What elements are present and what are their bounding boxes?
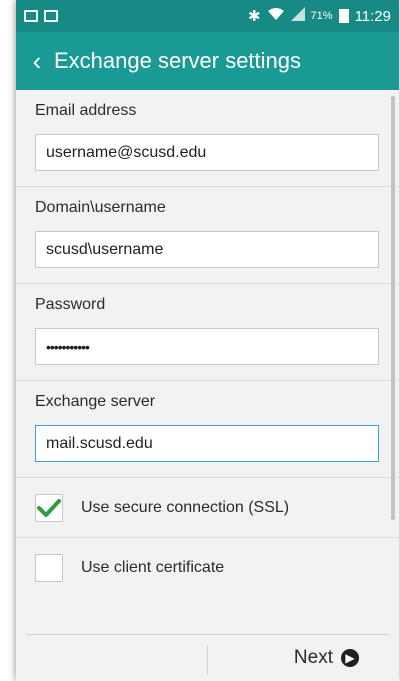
app-bar: ‹ Exchange server settings	[16, 32, 399, 90]
password-field[interactable]: •••••••••••	[35, 328, 379, 365]
client-certificate-label: Use client certificate	[81, 559, 225, 576]
bottom-divider	[207, 645, 208, 675]
ssl-checkbox[interactable]	[35, 493, 63, 522]
domain-username-label: Domain\username	[35, 199, 166, 216]
status-bar: ✱ 71% 11:29	[16, 0, 399, 32]
battery-percent: 71%	[310, 10, 333, 22]
next-button[interactable]: Next ▶	[294, 635, 359, 681]
clock: 11:29	[354, 7, 391, 25]
bottom-action-bar: Next ▶	[26, 634, 389, 681]
wifi-icon	[267, 7, 285, 25]
exchange-server-label: Exchange server	[35, 393, 156, 410]
ssl-option[interactable]: Use secure connection (SSL)	[16, 478, 399, 538]
next-label: Next	[293, 647, 333, 668]
client-certificate-checkbox[interactable]	[35, 554, 63, 582]
scrollbar[interactable]	[391, 96, 395, 520]
email-label: Email address	[35, 102, 137, 119]
status-right: ✱ 71% 11:29	[248, 7, 391, 25]
email-field[interactable]: username@scusd.edu	[35, 134, 379, 171]
picture-icon	[44, 10, 58, 22]
password-label: Password	[35, 296, 106, 313]
checkmark-icon	[37, 498, 61, 517]
email-section: Email address username@scusd.edu	[16, 90, 399, 187]
gallery-icon	[24, 10, 38, 22]
domain-username-section: Domain\username scusd\username	[16, 187, 399, 284]
exchange-server-field[interactable]: mail.scusd.edu	[35, 425, 379, 462]
client-certificate-option[interactable]: Use client certificate	[16, 538, 399, 598]
domain-username-field[interactable]: scusd\username	[35, 231, 379, 268]
ssl-label: Use secure connection (SSL)	[81, 498, 290, 516]
chevron-left-icon[interactable]: ‹	[24, 48, 50, 74]
status-left	[24, 10, 58, 22]
battery-icon	[338, 9, 349, 23]
signal-icon	[290, 7, 305, 25]
settings-form: Email address username@scusd.edu Domain\…	[16, 90, 399, 681]
page-title: Exchange server settings	[54, 48, 302, 73]
arrow-right-circle-icon: ▶	[341, 649, 359, 667]
password-section: Password •••••••••••	[16, 284, 399, 381]
exchange-server-section: Exchange server mail.scusd.edu	[16, 381, 399, 478]
bluetooth-icon: ✱	[247, 8, 261, 25]
phone-screen: ✱ 71% 11:29 ‹ Exchange server settings E…	[16, 0, 399, 681]
